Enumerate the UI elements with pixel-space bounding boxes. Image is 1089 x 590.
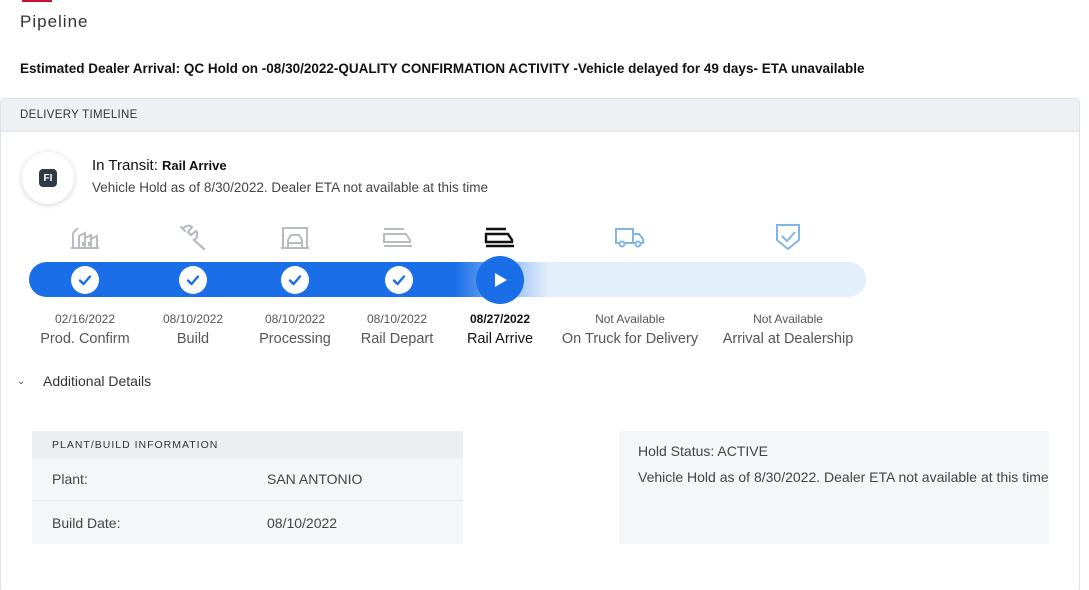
build-date-label: Build Date: [52,514,121,531]
brand-accent-bar [22,0,52,2]
step-complete-check-icon [71,266,99,294]
wrench-icon [176,223,210,251]
step-complete-check-icon [281,266,309,294]
hold-description: Vehicle Hold as of 8/30/2022. Dealer ETA… [638,469,1049,485]
status-description: Vehicle Hold as of 8/30/2022. Dealer ETA… [92,180,488,195]
current-step-play-icon [476,256,524,304]
factory-icon [68,223,102,251]
processing-bay-icon [278,223,312,251]
step-complete-check-icon [179,266,207,294]
delivery-timeline-header: DELIVERY TIMELINE [1,99,1079,132]
estimated-arrival-text: Estimated Dealer Arrival: QC Hold on -08… [20,61,865,76]
in-transit-status-icon: FI [22,152,74,204]
plant-build-header: PLANT/BUILD INFORMATION [32,431,463,458]
stage-name: On Truck for Delivery [561,331,699,347]
table-row: Plant: SAN ANTONIO [32,458,463,501]
fi-badge: FI [39,169,57,187]
page-title: Pipeline [20,12,89,31]
rail-car-icon [483,223,517,251]
plant-value: SAN ANTONIO [267,471,363,487]
status-sub: Rail Arrive [162,158,227,173]
plant-build-table: PLANT/BUILD INFORMATION Plant: SAN ANTON… [32,431,463,544]
stage-arrival-dealership: Not Available Arrival at Dealership [708,311,868,347]
hold-status: Hold Status: ACTIVE [638,443,768,459]
delivery-timeline-card: DELIVERY TIMELINE FI In Transit: Rail Ar… [0,98,1080,590]
stage-date: Not Available [753,312,823,326]
additional-details-label: Additional Details [43,373,152,389]
step-complete-check-icon [385,266,413,294]
hold-status-panel: Hold Status: ACTIVE Vehicle Hold as of 8… [619,431,1049,544]
truck-icon [613,223,647,251]
stage-name: Arrival at Dealership [722,331,854,347]
stage-date: Not Available [595,312,665,326]
table-row: Build Date: 08/10/2022 [32,501,463,544]
stage-on-truck: Not Available On Truck for Delivery [550,311,710,347]
build-date-value: 08/10/2022 [267,514,338,531]
shield-check-icon [771,223,805,251]
plant-label: Plant: [52,471,88,487]
status-label: In Transit: [92,157,158,174]
status-title: In Transit: Rail Arrive [92,157,227,174]
rail-car-icon [381,223,415,251]
chevron-down-icon: ⌄ [17,375,26,387]
additional-details-toggle[interactable]: ⌄ Additional Details [17,373,151,389]
